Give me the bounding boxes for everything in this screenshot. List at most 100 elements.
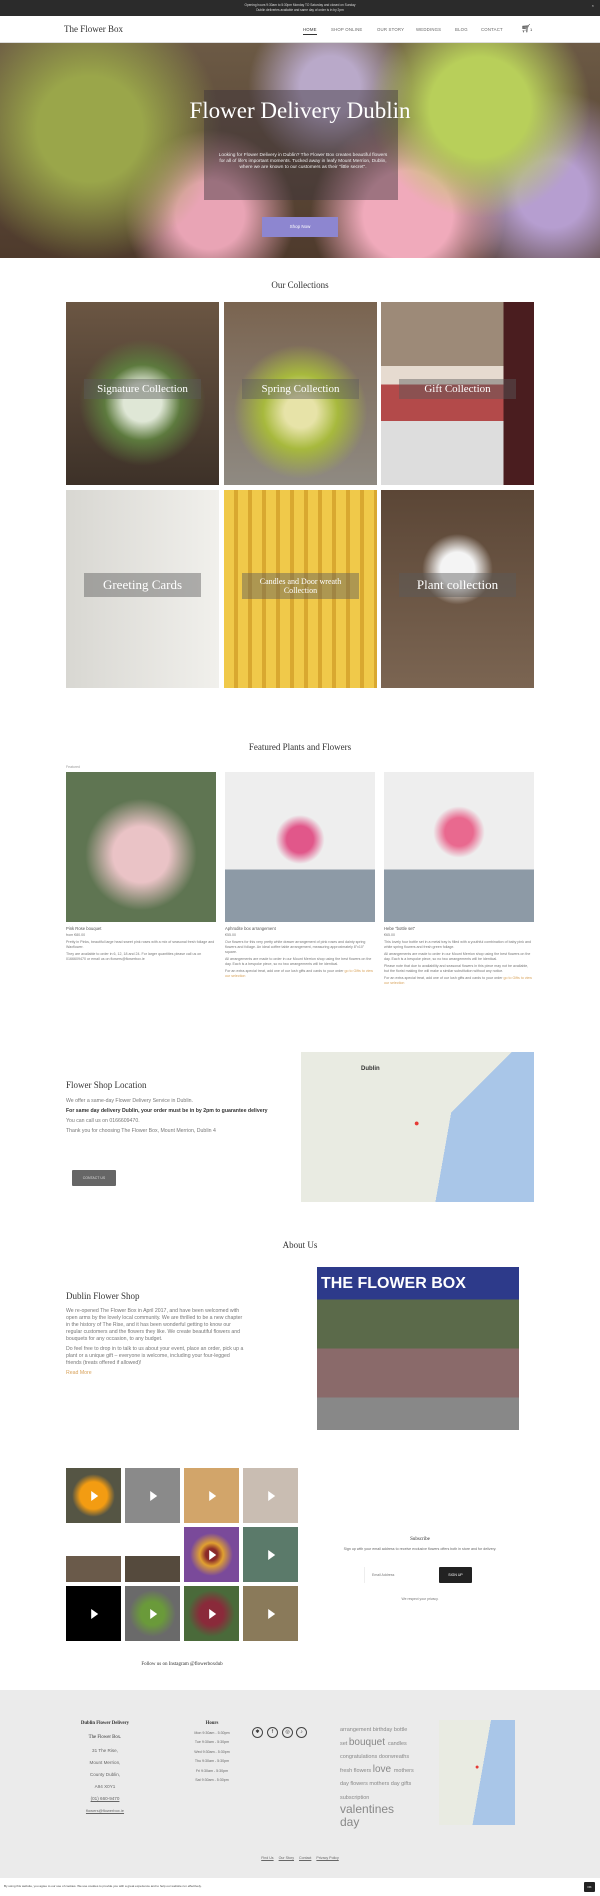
instagram-icon[interactable]: ◎ [282, 1727, 293, 1738]
instagram-post[interactable] [184, 1586, 239, 1641]
tag-link[interactable]: mothers day gifts [369, 1781, 411, 1788]
product-desc: This lovely four bottle set in a metal t… [384, 940, 532, 949]
instagram-follow[interactable]: Follow us on Instagram @flowerboxdub [66, 1662, 298, 1667]
instagram-post[interactable] [125, 1556, 180, 1582]
address-line: Mount Merrion, [89, 1760, 121, 1765]
hours-line: Thu 9:30am - 5:30pm [194, 1759, 230, 1763]
email-input[interactable] [364, 1567, 434, 1583]
play-icon [267, 1608, 275, 1619]
site-logo[interactable]: The Flower Box [64, 24, 123, 34]
close-icon[interactable]: × [592, 3, 594, 9]
read-more-link[interactable]: Read More [66, 1370, 246, 1377]
cookie-text: By using this website, you agree to our … [4, 1884, 202, 1888]
nav-our-story[interactable]: OUR STORY [377, 27, 404, 32]
product-desc: Our flowers for this very pretty white d… [225, 940, 366, 954]
instagram-post[interactable] [66, 1468, 121, 1523]
tag-link[interactable]: fresh flowers [340, 1768, 373, 1774]
instagram-post[interactable] [66, 1556, 121, 1582]
footer-link-privacy[interactable]: Privacy Policy [316, 1856, 338, 1860]
product-image[interactable] [225, 772, 375, 922]
product-image[interactable] [66, 772, 216, 922]
about-p: Do feel free to drop in to talk to us ab… [66, 1346, 244, 1366]
footer-link-contact[interactable]: Contact [299, 1856, 311, 1860]
phone-link[interactable]: (01) 660-9470 [66, 1793, 144, 1805]
play-icon [90, 1608, 98, 1619]
tag-link[interactable]: arrangement [340, 1727, 373, 1733]
instagram-post[interactable] [243, 1527, 298, 1582]
nav-shop-online[interactable]: SHOP ONLINE [331, 27, 363, 32]
tag-link[interactable]: doorwreaths [379, 1754, 409, 1760]
hours-line: Wed 9:30am - 5:30pm [194, 1749, 230, 1754]
tag-link[interactable]: bouquet [349, 1737, 388, 1748]
tiktok-icon[interactable]: ♪ [296, 1727, 307, 1738]
location-p: Thank you for choosing The Flower Box, M… [66, 1128, 216, 1134]
map-label: Dublin [361, 1066, 380, 1072]
location-p: We offer a same-day Flower Delivery Serv… [66, 1098, 193, 1104]
product-desc: All arrangements are made to order in ou… [384, 952, 531, 961]
subscribe-title: Subscribe [410, 1537, 430, 1542]
product-name[interactable]: Hebe "bottle set" [384, 926, 534, 931]
product-info: Hebe "bottle set" €65.00 This lovely fou… [384, 926, 534, 988]
product-image[interactable] [384, 772, 534, 922]
instagram-post[interactable] [184, 1468, 239, 1523]
instagram-post[interactable] [243, 1468, 298, 1523]
contact-us-button[interactable]: CONTACT US [72, 1170, 116, 1186]
address-line: 31 The Rise, [92, 1748, 118, 1753]
address-line: County Dublin, [89, 1772, 121, 1777]
collection-gift[interactable]: Gift Collection [381, 302, 534, 485]
collection-candles[interactable]: Candles and Door wreath Collection [224, 490, 377, 688]
location-p: For same day delivery Dublin, your order… [66, 1108, 268, 1114]
collection-greeting-cards[interactable]: Greeting Cards [66, 490, 219, 688]
footer-link-find-us[interactable]: Find Us [261, 1856, 273, 1860]
cookie-ok-button[interactable]: OK [584, 1882, 595, 1892]
hours-line: Tue 9:30am - 5:30pm [194, 1740, 230, 1744]
announcement-line: Dublin deliveries available and same day… [256, 7, 344, 12]
shop-now-button[interactable]: Shop Now [262, 217, 338, 237]
product-info: Aphrodite box arrangement €55.00 Our flo… [225, 926, 375, 981]
product-price: from €80.00 [66, 933, 86, 937]
tag-link[interactable]: birthday [373, 1727, 394, 1733]
email-link[interactable]: flowers@flowerbox.ie [66, 1805, 144, 1817]
about-title: About Us [282, 1240, 318, 1250]
about-text: We re-opened The Flower Box in April 201… [66, 1308, 246, 1377]
cart-count: 1 [530, 27, 533, 32]
location-map[interactable]: Dublin ● [301, 1052, 534, 1202]
nav-blog[interactable]: BLOG [455, 27, 468, 32]
product-desc: For an extra-special treat, add one of o… [225, 969, 344, 973]
play-icon [208, 1608, 216, 1619]
instagram-post[interactable] [125, 1468, 180, 1523]
collection-plant[interactable]: Plant collection [381, 490, 534, 688]
instagram-post[interactable] [66, 1586, 121, 1641]
hours-heading: Hours [205, 1721, 219, 1726]
tag-link[interactable]: subscription [340, 1795, 369, 1801]
tag-link[interactable]: love [373, 1764, 394, 1775]
hours-line: Sat 9:30am - 5:30pm [195, 1778, 229, 1782]
nav-contact[interactable]: CONTACT [481, 27, 503, 32]
product-name[interactable]: Aphrodite box arrangement [225, 926, 375, 931]
header-nav: The Flower Box HOME SHOP ONLINE OUR STOR… [0, 16, 600, 43]
play-icon [267, 1490, 275, 1501]
nav-weddings[interactable]: WEDDINGS [416, 27, 441, 32]
featured-label: Featured [66, 765, 81, 769]
tag-link[interactable]: valentines day [340, 1802, 394, 1830]
footer-link-our-story[interactable]: Our Story [279, 1856, 294, 1860]
sign-up-button[interactable]: SIGN UP [439, 1567, 472, 1583]
footer-map[interactable]: ● [439, 1720, 515, 1825]
collection-signature[interactable]: Signature Collection [66, 302, 219, 485]
tag-link[interactable]: congratulations [340, 1754, 379, 1760]
tag-link[interactable]: candles [388, 1741, 407, 1747]
instagram-post[interactable] [184, 1527, 239, 1582]
hero-title: Flower Delivery Dublin [189, 98, 411, 123]
collection-spring[interactable]: Spring Collection [224, 302, 377, 485]
product-desc: All arrangements are made to order in ou… [225, 957, 372, 966]
instagram-post[interactable] [243, 1586, 298, 1641]
product-name[interactable]: Pink Rose bouquet [66, 926, 216, 931]
facebook-icon[interactable]: f [267, 1727, 278, 1738]
shop-front-image: THE FLOWER BOX [317, 1267, 519, 1430]
tag-cloud: arrangement birthday bottle set bouquet … [340, 1720, 415, 1829]
instagram-post[interactable] [125, 1586, 180, 1641]
map-pin-icon: ● [414, 1118, 420, 1128]
yelp-icon[interactable]: ✱ [252, 1727, 263, 1738]
nav-home[interactable]: HOME [303, 27, 317, 35]
product-desc: They are available to order in 6, 12, 18… [66, 952, 202, 961]
